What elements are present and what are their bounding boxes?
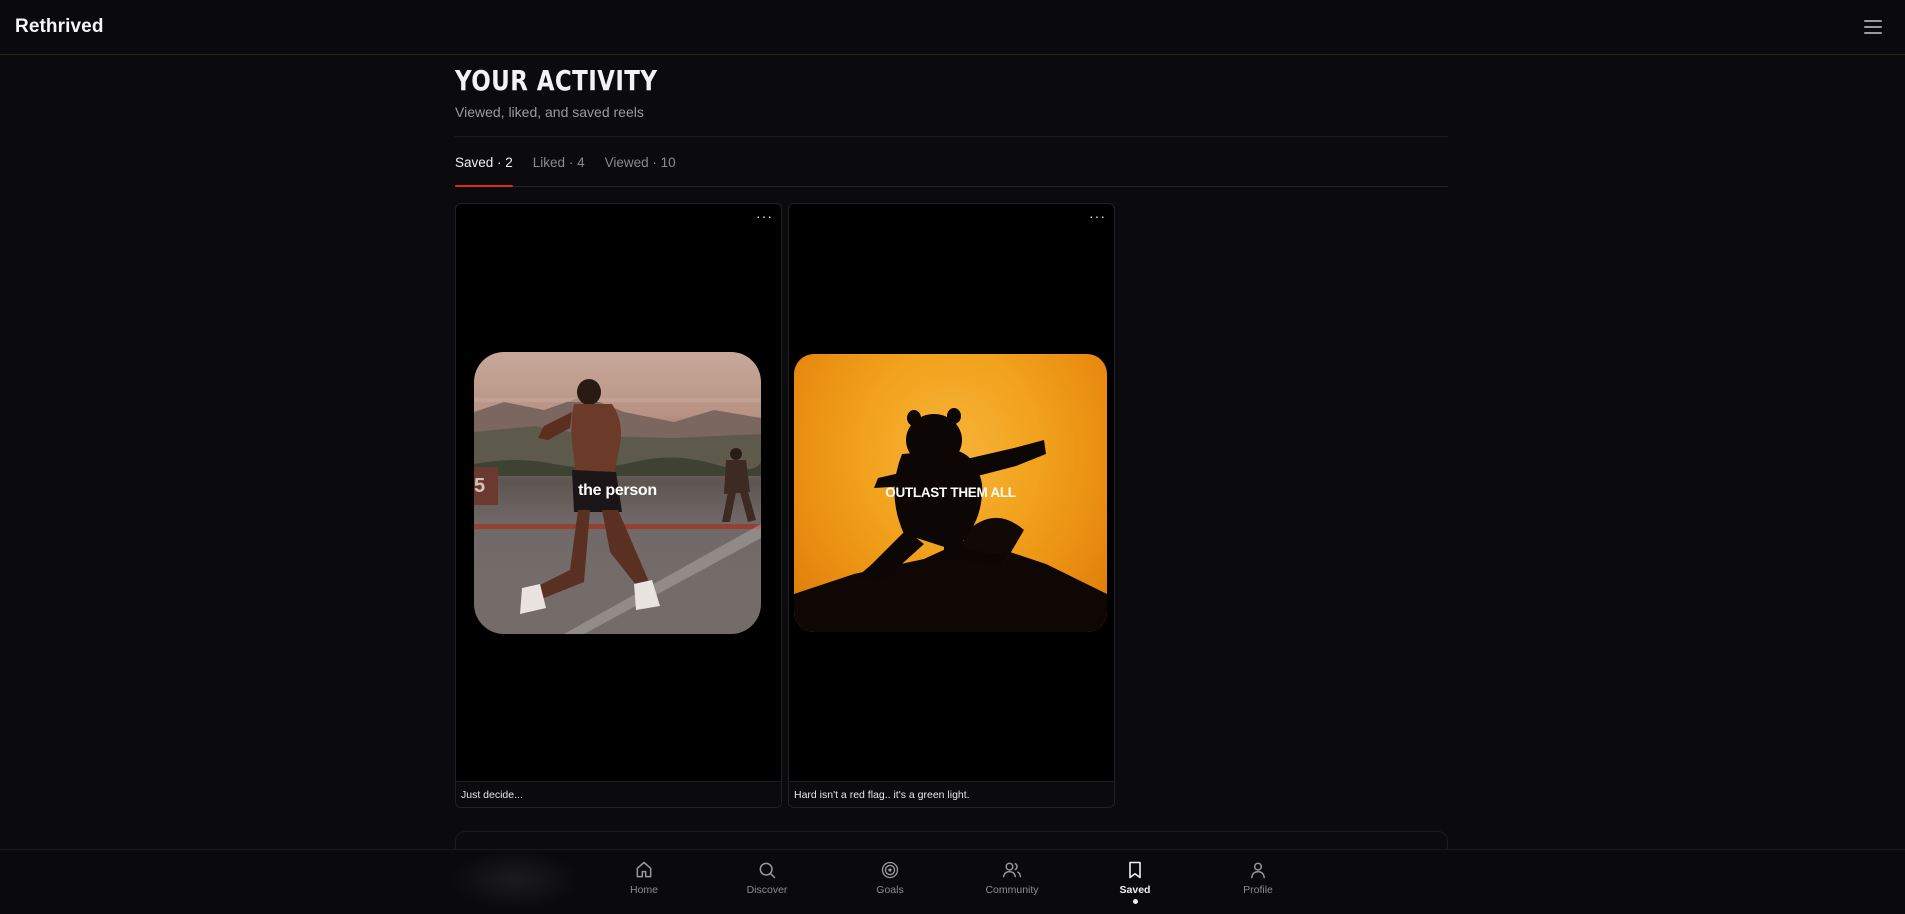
more-options-icon[interactable]: ··· bbox=[756, 209, 773, 223]
tab-liked-label: Liked · 4 bbox=[532, 155, 585, 170]
main-content: YOUR ACTIVITY Viewed, liked, and saved r… bbox=[455, 56, 1448, 808]
nav-community[interactable]: Community bbox=[972, 860, 1052, 896]
nav-saved[interactable]: Saved bbox=[1095, 860, 1175, 904]
tab-liked[interactable]: Liked · 4 bbox=[533, 137, 585, 186]
tab-viewed[interactable]: Viewed · 10 bbox=[605, 137, 676, 186]
nav-saved-label: Saved bbox=[1119, 884, 1151, 896]
hamburger-icon[interactable] bbox=[1862, 18, 1884, 36]
top-bar: Rethrived bbox=[0, 0, 1905, 55]
brand-logo[interactable]: Rethrived bbox=[15, 16, 104, 38]
page-title: YOUR ACTIVITY bbox=[455, 64, 658, 97]
nav-goals-label: Goals bbox=[876, 884, 904, 896]
reel-overlay-text: the person bbox=[578, 482, 657, 499]
reel-caption: Hard isn't a red flag.. it's a green lig… bbox=[789, 781, 1114, 807]
reel-thumbnail[interactable]: OUTLAST THEM ALL bbox=[794, 354, 1107, 632]
tab-saved-label: Saved · 2 bbox=[455, 155, 513, 170]
nav-profile-label: Profile bbox=[1243, 884, 1273, 896]
nav-discover[interactable]: Discover bbox=[727, 860, 807, 896]
nav-home[interactable]: Home bbox=[604, 860, 684, 896]
target-icon bbox=[881, 861, 899, 879]
search-icon bbox=[759, 862, 776, 879]
more-options-icon[interactable]: ··· bbox=[1089, 209, 1106, 223]
nav-community-label: Community bbox=[985, 884, 1039, 896]
nav-glow bbox=[450, 850, 580, 910]
nav-profile[interactable]: Profile bbox=[1218, 860, 1298, 896]
users-icon bbox=[1002, 862, 1022, 878]
user-icon bbox=[1251, 862, 1265, 879]
nav-home-label: Home bbox=[629, 884, 658, 896]
reel-card[interactable]: ··· OUTLAST THEM ALL Hard isn't a red fl… bbox=[788, 203, 1115, 808]
reel-card[interactable]: ··· 5 the person Just decide... bbox=[455, 203, 782, 808]
activity-tabs: Saved · 2 Liked · 4 Viewed · 10 bbox=[455, 137, 1448, 187]
reel-overlay-text: OUTLAST THEM ALL bbox=[885, 485, 1016, 500]
page-subtitle: Viewed, liked, and saved reels bbox=[455, 104, 644, 120]
home-icon bbox=[636, 861, 652, 878]
bookmark-icon bbox=[1129, 861, 1141, 879]
nav-goals[interactable]: Goals bbox=[850, 860, 930, 896]
bottom-navigation: Home Discover Goals Community Saved Prof… bbox=[0, 849, 1905, 914]
active-indicator-dot bbox=[1132, 899, 1138, 904]
tab-viewed-label: Viewed · 10 bbox=[604, 155, 676, 170]
reel-caption: Just decide... bbox=[456, 781, 781, 807]
reel-grid: ··· 5 the person Just decide... ··· OUTL… bbox=[455, 203, 1448, 808]
tab-saved[interactable]: Saved · 2 bbox=[455, 137, 513, 187]
nav-discover-label: Discover bbox=[746, 884, 788, 896]
reel-thumbnail[interactable]: 5 the person bbox=[474, 352, 761, 634]
